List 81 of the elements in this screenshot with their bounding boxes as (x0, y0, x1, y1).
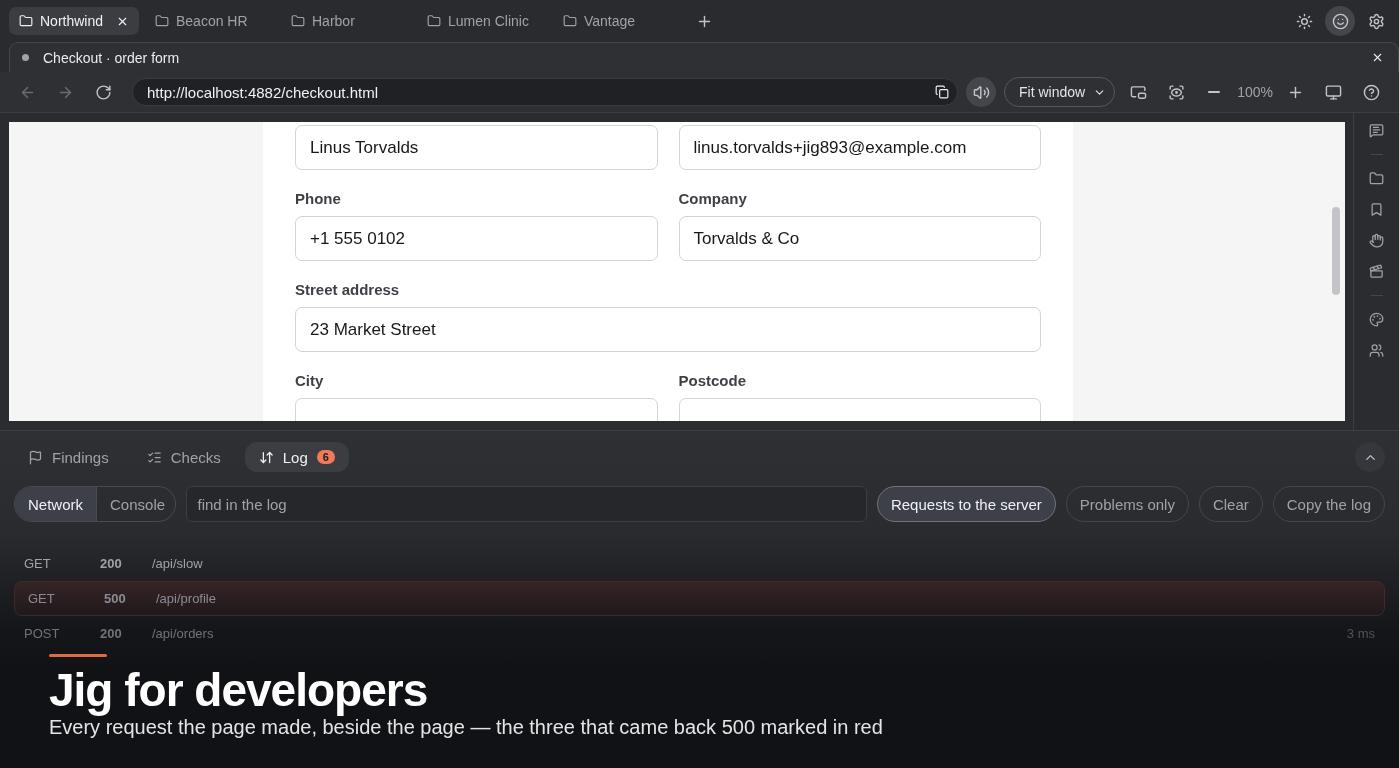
tab-label: Vantage (584, 13, 637, 29)
reload-icon (94, 83, 112, 101)
smiley-button[interactable] (1325, 6, 1355, 36)
workspace-tab[interactable]: Harbor (281, 7, 411, 35)
palette-icon[interactable] (1369, 312, 1384, 327)
filter-button[interactable]: Requests to the server (876, 486, 1056, 522)
panel-tab[interactable]: Checks (132, 442, 235, 472)
tab-label: Northwind (40, 13, 105, 29)
hand-icon[interactable] (1369, 233, 1384, 248)
checklist-icon (146, 449, 162, 465)
request-row[interactable]: POST 200 /api/orders 3 ms (14, 616, 1385, 651)
folder-icon[interactable] (1369, 171, 1384, 186)
panel-tab[interactable]: Log 6 (244, 442, 349, 472)
sound-button[interactable] (966, 77, 996, 107)
duration-text: 3 ms (1346, 626, 1375, 641)
input-field[interactable]: 23 Market Street (295, 307, 1041, 352)
picture-in-picture-icon (1129, 83, 1147, 101)
field-label: Phone (295, 190, 342, 207)
caption-title: Jig for developers (49, 664, 428, 716)
workspace-tab[interactable]: Vantage (553, 7, 683, 35)
status-dot (22, 54, 29, 61)
workspace-tab[interactable]: Beacon HR (145, 7, 275, 35)
field-label: Postcode (678, 372, 747, 389)
bookmark-icon[interactable] (1369, 202, 1384, 217)
request-path: /api/profile (156, 591, 217, 606)
comments-icon[interactable] (1369, 123, 1384, 138)
folder-icon (19, 14, 33, 28)
settings-icon (1367, 12, 1385, 30)
copy-icon (935, 85, 949, 99)
input-field[interactable]: Linus Torvalds (295, 125, 658, 170)
request-path: /api/orders (152, 626, 215, 641)
smiley-icon (1331, 12, 1349, 30)
caption-text: Every request the page made, beside the page — the three that came back 500 marked in red (49, 716, 883, 738)
help-icon (1363, 83, 1381, 101)
folder-icon (563, 14, 577, 28)
tab-label: Beacon HR (176, 13, 249, 29)
folder-icon (155, 14, 169, 28)
tab-label: Lumen Clinic (448, 13, 530, 29)
clapperboard-icon[interactable] (1369, 264, 1384, 279)
address-field[interactable]: http://localhost:4882/checkout.html (132, 78, 958, 106)
accent-line (49, 654, 107, 657)
view-toggle[interactable]: Network (15, 487, 97, 521)
status-code: 200 (100, 556, 123, 571)
search-field[interactable]: find in the log (186, 486, 867, 522)
input-field[interactable]: Torvalds & Co (678, 216, 1041, 261)
count-badge: 6 (316, 450, 335, 464)
tab-label: Log (282, 448, 308, 466)
tab-label: Harbor (312, 13, 356, 29)
speaker-icon (972, 83, 990, 101)
field-label: Company (678, 190, 748, 207)
page-tab-title: Checkout · order form (43, 49, 181, 66)
request-path: /api/slow (152, 556, 204, 571)
field-label: Street address (295, 281, 401, 298)
workspace-tab[interactable]: Northwind (9, 7, 139, 35)
eye-icon (1167, 83, 1185, 101)
tab-label: Checks (170, 448, 221, 466)
tab-label: Findings (52, 448, 109, 466)
flag-icon (28, 449, 43, 465)
status-code: 200 (100, 626, 123, 641)
input-field[interactable]: linus.torvalds+jig893@example.com (678, 125, 1041, 170)
sun-icon (1295, 12, 1313, 30)
method-text: GET (28, 591, 56, 606)
error-row[interactable]: GET 500 /api/profile (14, 581, 1385, 616)
request-row[interactable]: GET 200 /api/slow (14, 546, 1385, 581)
scrollbar-thumb[interactable] (1332, 207, 1340, 295)
method-text: GET (24, 556, 52, 571)
folder-icon (427, 14, 441, 28)
panel-tab[interactable]: Findings (14, 442, 123, 472)
status-code: 500 (104, 591, 127, 606)
field-label: City (295, 372, 325, 389)
input-field[interactable]: +1 555 0102 (295, 216, 658, 261)
monitor-icon (1325, 83, 1343, 101)
method-text: POST (24, 626, 61, 641)
arrows-icon (258, 449, 274, 465)
workspace-tab[interactable]: Lumen Clinic (417, 7, 547, 35)
users-icon[interactable] (1369, 343, 1384, 358)
close-icon (1371, 51, 1384, 64)
minus-icon (1208, 91, 1221, 93)
view-toggle[interactable]: Console (97, 487, 176, 521)
folder-icon (291, 14, 305, 28)
zoom-level: 100% (1237, 84, 1273, 100)
